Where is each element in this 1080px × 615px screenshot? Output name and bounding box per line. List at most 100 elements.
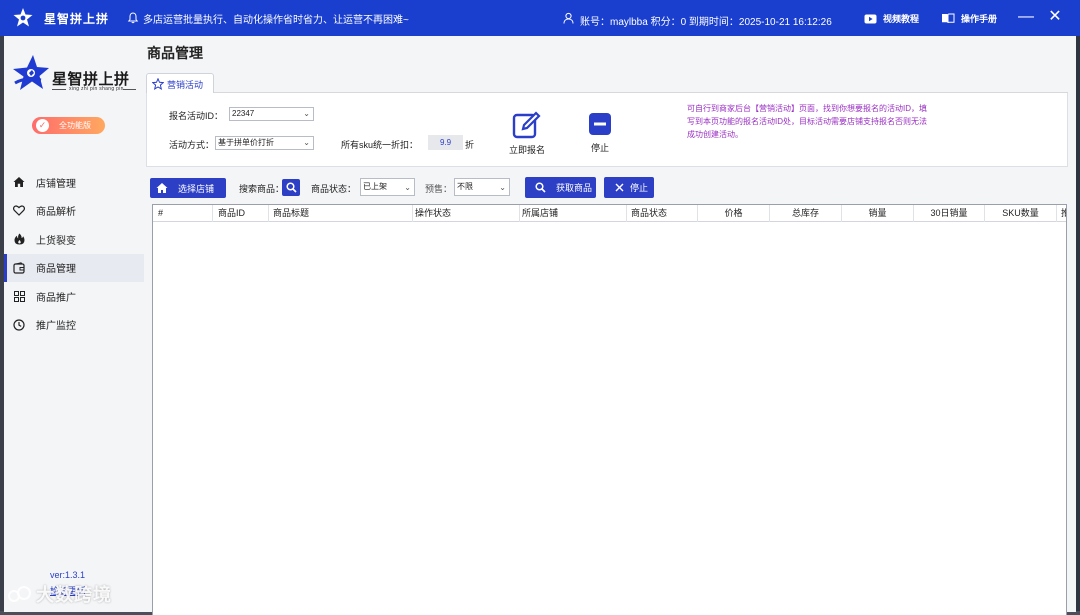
sidebar-item-label: 店铺管理 (36, 178, 76, 190)
sidebar-item-product-analysis[interactable]: 商品解析 (4, 197, 144, 226)
chevron-down-icon: ⌄ (303, 109, 310, 118)
activity-id-value: 22347 (232, 109, 255, 118)
sidebar-item-label: 推广监控 (36, 321, 76, 333)
tab-label: 营销活动 (167, 79, 204, 90)
column-header[interactable]: 所属店铺 (520, 205, 627, 222)
stop-square-icon (589, 113, 611, 135)
activity-mode-label: 活动方式： (169, 140, 215, 150)
manual-label: 操作手册 (961, 14, 998, 24)
home-icon (12, 175, 26, 189)
brand-star-icon (13, 55, 49, 90)
column-header[interactable]: 价格 (698, 205, 770, 222)
sidebar-item-promotion-monitor[interactable]: 推广监控 (4, 311, 144, 340)
activity-stop-label: 停止 (590, 143, 609, 153)
activity-mode-select[interactable]: 基于拼单价打折 ⌄ (215, 136, 314, 150)
brand-divider (123, 89, 136, 90)
account-info: 账号：maylbba 积分：0 到期时间：2025-10-21 16:12:26 (580, 17, 832, 28)
sidebar-item-label: 上货裂变 (36, 235, 76, 247)
search-icon (535, 182, 546, 193)
activity-mode-value: 基于拼单价打折 (218, 138, 274, 147)
column-header[interactable]: 商品标题 (269, 205, 413, 222)
signup-button[interactable]: 立即报名 (507, 110, 547, 156)
heart-icon (12, 204, 26, 218)
column-header[interactable]: 销量 (842, 205, 914, 222)
stop-fetch-button[interactable]: 停止 (604, 177, 654, 198)
chevron-down-icon: ⌄ (499, 183, 506, 192)
full-version-button[interactable]: ✓ 全功能版 (32, 117, 105, 134)
close-icon (615, 183, 624, 192)
signup-label: 立即报名 (508, 145, 545, 155)
brand-pinyin: xing zhi pin shang pin (69, 86, 124, 92)
chevron-down-icon: ⌄ (303, 138, 310, 147)
column-header[interactable]: 商品状态 (627, 205, 698, 222)
wallet-icon (12, 261, 26, 275)
sidebar-item-label: 商品管理 (36, 264, 76, 276)
discount-unit: 折 (465, 140, 475, 150)
search-icon (285, 182, 297, 193)
column-header[interactable]: 商品ID (213, 205, 269, 222)
fetch-products-button[interactable]: 获取商品 (525, 177, 596, 198)
close-button[interactable]: ✕ (1048, 9, 1062, 27)
minimize-button[interactable]: — (1018, 9, 1034, 27)
presale-label: 预售： (425, 184, 453, 194)
grid-icon (12, 289, 26, 303)
column-header[interactable]: SKU数量 (985, 205, 1057, 222)
product-status-value: 已上架 (363, 182, 387, 191)
bell-icon (127, 12, 139, 24)
column-header[interactable]: 操作状态 (413, 205, 520, 222)
product-status-select[interactable]: 已上架 ⌄ (360, 178, 415, 196)
sidebar-item-label: 商品推广 (36, 292, 76, 304)
video-tutorial-label: 视频教程 (883, 14, 920, 24)
activity-id-label: 报名活动ID： (169, 111, 224, 121)
video-tutorial-button[interactable]: 视频教程 (864, 12, 919, 25)
watermark: 大数跨境 (8, 581, 112, 607)
product-table: # 商品ID 商品标题 操作状态 所属店铺 商品状态 价格 总库存 销量 30日… (152, 204, 1067, 615)
search-product-label: 搜索商品： (239, 184, 285, 194)
activity-stop-button[interactable]: 停止 (585, 112, 615, 154)
column-header[interactable]: 总库存 (770, 205, 842, 222)
watermark-logo-icon (8, 586, 31, 602)
page-title: 商品管理 (147, 45, 203, 61)
table-header: # 商品ID 商品标题 操作状态 所属店铺 商品状态 价格 总库存 销量 30日… (153, 205, 1066, 222)
select-shop-label: 选择店铺 (178, 183, 215, 194)
column-header[interactable]: # (153, 205, 213, 222)
user-icon (563, 12, 575, 24)
column-header[interactable]: 推 (1057, 205, 1066, 222)
sidebar-item-product-promotion[interactable]: 商品推广 (4, 282, 144, 311)
presale-select[interactable]: 不限 ⌄ (454, 178, 510, 196)
tab-marketing-activity[interactable]: 营销活动 (146, 73, 214, 94)
book-icon (942, 13, 955, 24)
full-version-label: 全功能版 (59, 121, 91, 130)
video-icon (864, 14, 877, 23)
discount-field[interactable]: 9.9 (428, 135, 463, 150)
sidebar-nav: 店铺管理 商品解析 上货裂变 商品管理 商品推广 推广监控 (4, 168, 144, 339)
main-window: 星智拼上拼 xing zhi pin shang pin ✓ 全功能版 店铺管理… (4, 36, 1076, 615)
presale-value: 不限 (457, 182, 473, 191)
activity-hint-text: 可自行到商家后台【营销活动】页面，找到你想要报名的活动ID，填写到本页功能的报名… (687, 104, 927, 139)
app-logo-icon (12, 7, 34, 29)
version-text: ver:1.3.1 (50, 570, 86, 580)
manual-button[interactable]: 操作手册 (941, 12, 997, 25)
activity-settings-panel: 报名活动ID： 22347 ⌄ 活动方式： 基于拼单价打折 ⌄ 所有sku统一折… (146, 93, 1068, 167)
fetch-products-label: 获取商品 (556, 183, 593, 193)
title-bar: 星智拼上拼 多店运营批量执行、自动化操作省时省力、让运营不再困难~ 账号：may… (0, 0, 1080, 36)
activity-id-field[interactable]: 22347 ⌄ (229, 107, 314, 121)
sidebar-item-label: 商品解析 (36, 207, 76, 219)
app-name: 星智拼上拼 (44, 11, 110, 26)
sidebar-item-shop-management[interactable]: 店铺管理 (4, 168, 144, 197)
brand-divider (52, 89, 66, 90)
shop-icon (156, 183, 168, 193)
product-status-label: 商品状态： (311, 184, 357, 194)
brand-logo: 星智拼上拼 xing zhi pin shang pin (11, 53, 136, 98)
edit-icon (512, 111, 541, 139)
tab-bar: 营销活动 (146, 73, 1068, 94)
select-shop-button[interactable]: 选择店铺 (150, 178, 226, 198)
sidebar-item-listing-fission[interactable]: 上货裂变 (4, 225, 144, 254)
check-icon: ✓ (36, 119, 49, 132)
flame-icon (12, 232, 26, 246)
search-product-button[interactable] (282, 179, 300, 196)
sidebar-item-product-management[interactable]: 商品管理 (4, 253, 144, 282)
chevron-down-icon: ⌄ (404, 183, 411, 192)
clock-icon (12, 318, 26, 332)
column-header[interactable]: 30日销量 (914, 205, 985, 222)
